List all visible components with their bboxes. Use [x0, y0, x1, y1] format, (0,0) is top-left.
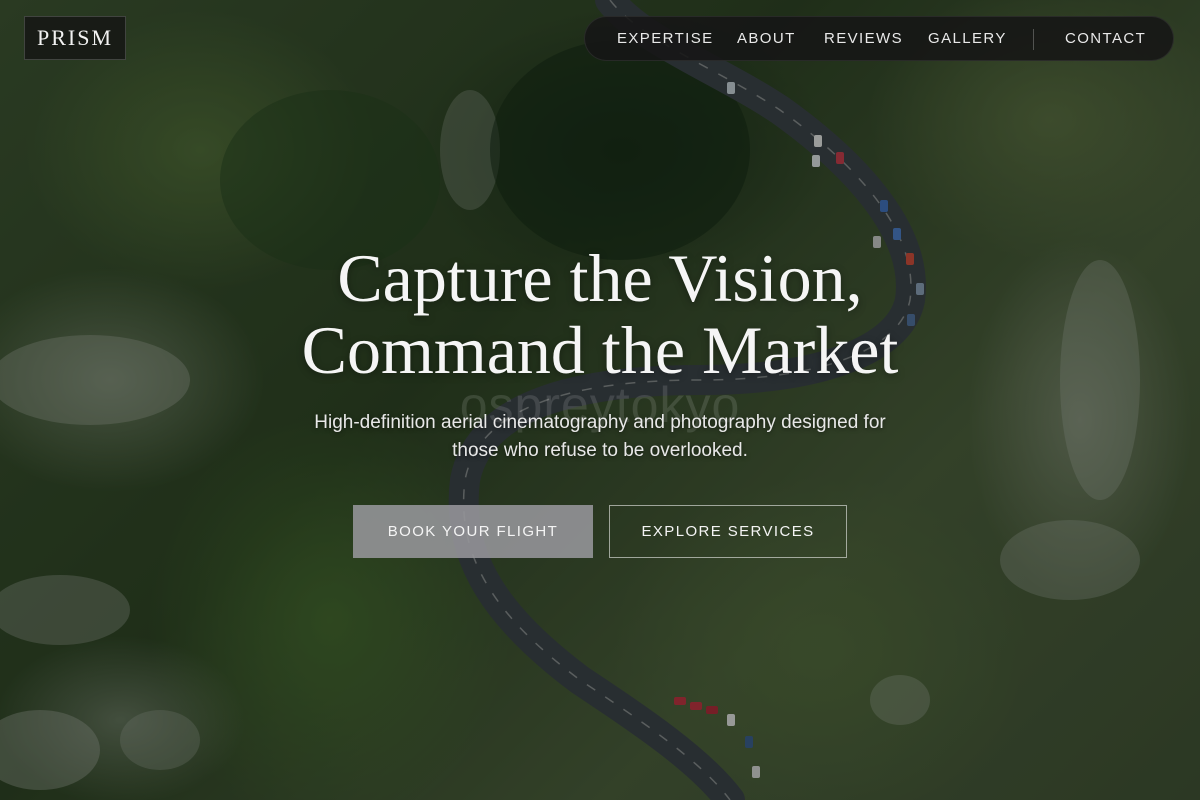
hero-title: Capture the Vision, Command the Market	[0, 242, 1200, 386]
explore-services-button[interactable]: EXPLORE SERVICES	[609, 505, 847, 558]
nav-divider	[1033, 29, 1034, 50]
nav-link-about[interactable]: ABOUT	[737, 30, 796, 47]
hero-subtitle-line-1: High-definition aerial cinematography an…	[314, 412, 886, 433]
hero-subtitle-line-2: those who refuse to be overlooked.	[452, 440, 748, 461]
hero-title-line-1: Capture the Vision,	[337, 240, 863, 316]
nav-link-gallery[interactable]: GALLERY	[928, 30, 1007, 47]
main-nav: EXPERTISE ABOUT REVIEWS GALLERY CONTACT	[584, 16, 1174, 61]
nav-link-expertise[interactable]: EXPERTISE	[617, 30, 714, 47]
book-flight-button[interactable]: BOOK YOUR FLIGHT	[353, 505, 593, 558]
nav-link-contact[interactable]: CONTACT	[1065, 30, 1146, 47]
brand-logo[interactable]: PRISM	[24, 16, 126, 60]
hero-subtitle: High-definition aerial cinematography an…	[0, 409, 1200, 465]
nav-link-reviews[interactable]: REVIEWS	[824, 30, 903, 47]
